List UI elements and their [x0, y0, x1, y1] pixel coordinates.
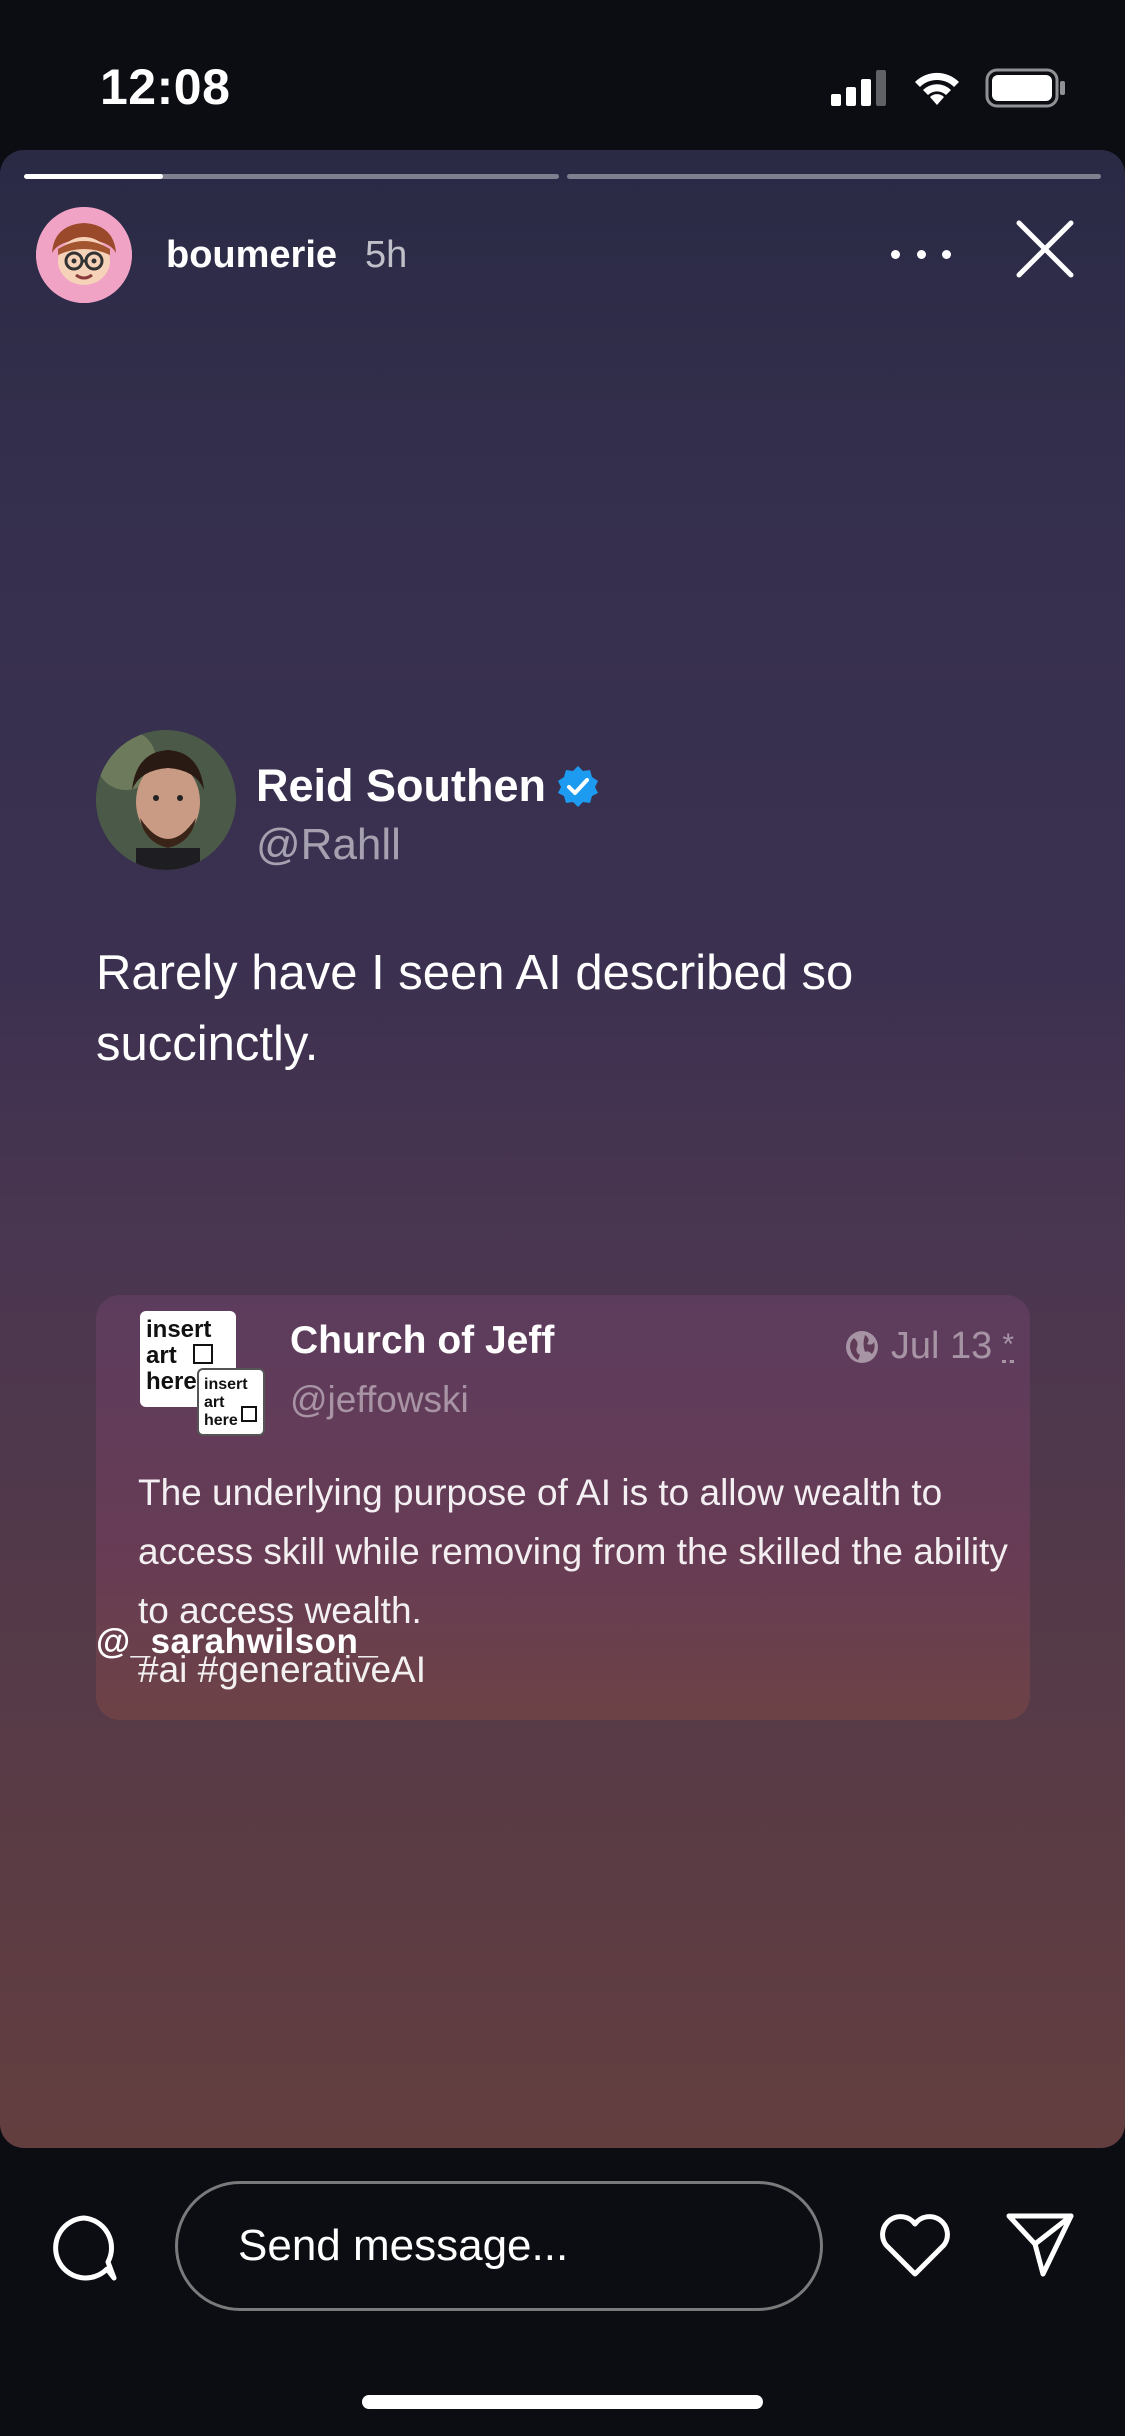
quoted-post-date-text: Jul 13 [890, 1325, 993, 1367]
mention-sticker[interactable]: @_sarahwilson_ [96, 1622, 378, 1662]
story-time-ago: 5h [365, 233, 408, 276]
svg-text:here: here [146, 1368, 197, 1395]
tweet-author-handle: @Rahll [256, 820, 401, 869]
heart-icon[interactable] [878, 2212, 952, 2278]
cellular-signal-icon [831, 70, 886, 106]
close-icon[interactable] [1013, 217, 1077, 281]
status-bar: 12:08 [0, 0, 1125, 150]
send-message-placeholder: Send message... [238, 2221, 569, 2270]
progress-segment [24, 174, 559, 179]
send-message-input[interactable]: Send message... [175, 2181, 823, 2311]
quoted-post-text: The underlying purpose of AI is to allow… [138, 1463, 1008, 1699]
more-options-icon[interactable] [891, 229, 951, 279]
cartoon-avatar-image [36, 207, 132, 303]
quoted-author-name: Church of Jeff [290, 1319, 555, 1362]
story-username[interactable]: boumerie [166, 234, 337, 277]
svg-text:art: art [146, 1342, 177, 1369]
tweet-author-name: Reid Southen [256, 760, 600, 812]
send-icon[interactable] [1005, 2210, 1075, 2280]
tweet-text: Rarely have I seen AI described so succi… [96, 946, 854, 1071]
story-progress-bar [24, 174, 1101, 179]
quoted-post-date: Jul 13 * [845, 1325, 1014, 1368]
avatar[interactable] [36, 207, 132, 303]
screen: 12:08 boumerie 5h Reid Southen @Rahll Ra… [0, 0, 1125, 2436]
tweet-card: Reid Southen @Rahll Rarely have I seen A… [72, 720, 1052, 1720]
home-indicator[interactable] [362, 2395, 763, 2409]
verified-badge-icon [558, 766, 598, 807]
story-viewer[interactable]: boumerie 5h Reid Southen @Rahll Rarely h… [0, 150, 1125, 2148]
tweet-author-name-text: Reid Southen [256, 760, 546, 811]
status-icons [831, 66, 1067, 110]
wifi-icon [915, 72, 959, 105]
svg-text:art: art [204, 1394, 225, 1411]
quoted-post-body: The underlying purpose of AI is to allow… [138, 1472, 1008, 1631]
tweet-author-avatar [96, 730, 236, 870]
progress-fill [24, 174, 163, 179]
progress-segment [566, 174, 1101, 179]
status-time: 12:08 [100, 59, 231, 115]
battery-icon [985, 68, 1065, 108]
comment-icon[interactable] [50, 2214, 118, 2282]
svg-text:here: here [204, 1412, 238, 1429]
insert-art-here-logo: insert art here insert art here [140, 1311, 265, 1436]
reply-bar: Send message... [0, 2160, 1125, 2330]
globe-icon [845, 1330, 878, 1363]
date-marker: * [1002, 1328, 1014, 1363]
svg-text:insert: insert [204, 1376, 248, 1393]
story-header: boumerie 5h [36, 205, 1101, 305]
svg-text:insert: insert [146, 1316, 211, 1343]
profile-photo-image [96, 730, 236, 870]
quoted-author-handle: @jeffowski [290, 1379, 469, 1420]
